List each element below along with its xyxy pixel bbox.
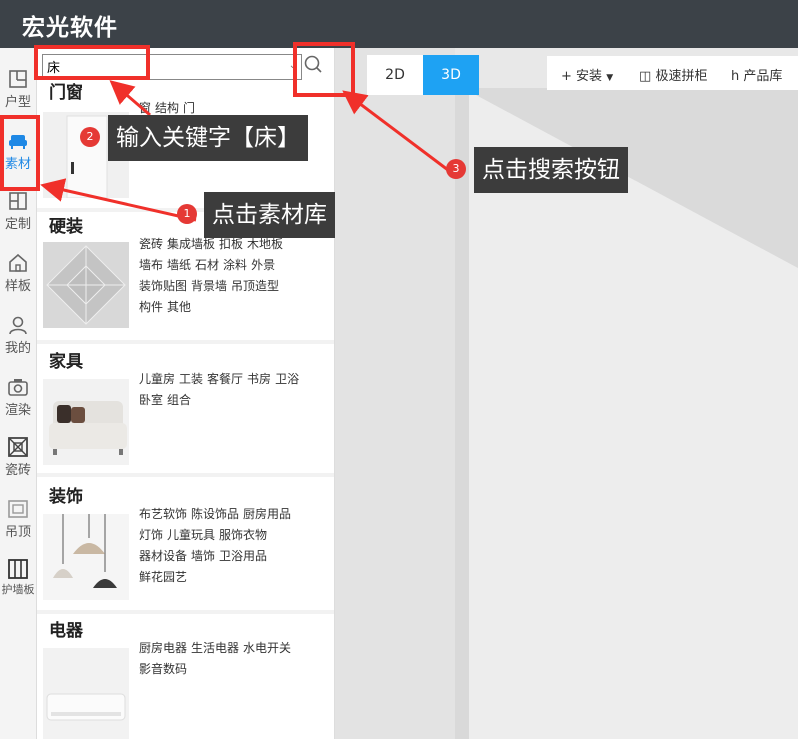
arrow-3 bbox=[342, 90, 449, 172]
callout-step-2: 输入关键字【床】 bbox=[108, 115, 308, 161]
callout-text: 点击素材库 bbox=[212, 202, 327, 228]
step-badge-3: 3 bbox=[446, 159, 466, 179]
annotation-arrows bbox=[40, 80, 449, 222]
step-badge-1: 1 bbox=[177, 204, 197, 224]
arrow-2 bbox=[109, 80, 151, 117]
callout-text: 点击搜索按钮 bbox=[482, 157, 620, 183]
callout-text: 输入关键字【床】 bbox=[116, 125, 300, 151]
callout-step-1: 点击素材库 bbox=[204, 192, 335, 238]
step-badge-2: 2 bbox=[80, 127, 100, 147]
arrow-1 bbox=[40, 178, 197, 222]
callout-step-3: 点击搜索按钮 bbox=[474, 147, 628, 193]
